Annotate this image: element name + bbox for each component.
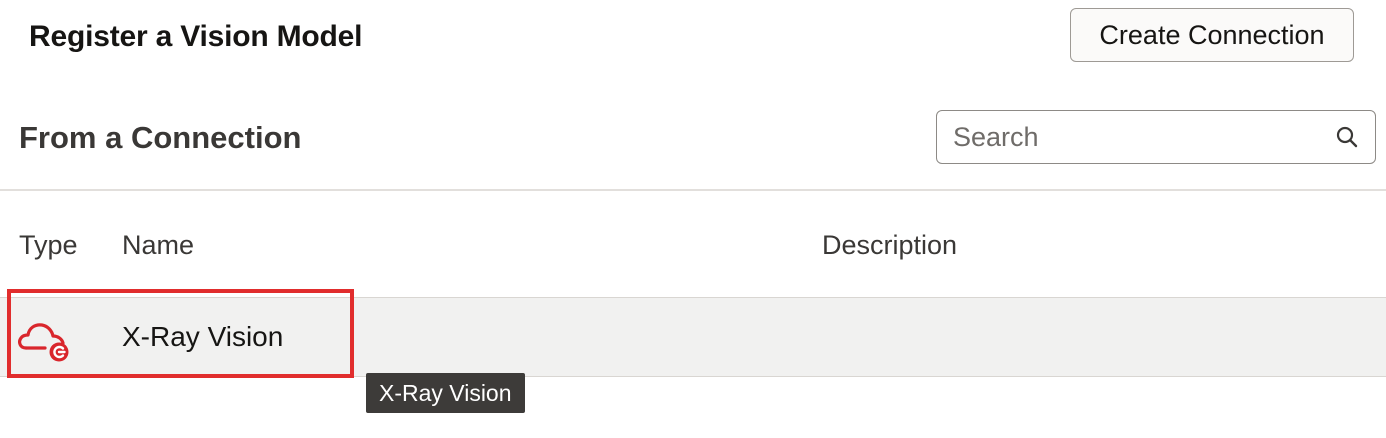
search-icon[interactable] (1335, 125, 1359, 149)
section-title: From a Connection (19, 120, 302, 155)
tooltip: X-Ray Vision (366, 373, 525, 413)
column-header-type[interactable]: Type (19, 230, 78, 260)
cloud-connection-icon (18, 323, 69, 362)
column-header-description[interactable]: Description (822, 230, 957, 260)
column-header-name[interactable]: Name (122, 230, 194, 260)
section-divider (0, 189, 1386, 191)
register-vision-model-page: Register a Vision Model Create Connectio… (0, 0, 1386, 438)
page-title: Register a Vision Model (29, 20, 363, 53)
row-name[interactable]: X-Ray Vision (122, 321, 283, 353)
table-row[interactable]: X-Ray Vision (0, 297, 1386, 377)
search-input[interactable] (953, 111, 1323, 163)
search-field[interactable] (936, 110, 1376, 164)
create-connection-button[interactable]: Create Connection (1070, 8, 1354, 62)
